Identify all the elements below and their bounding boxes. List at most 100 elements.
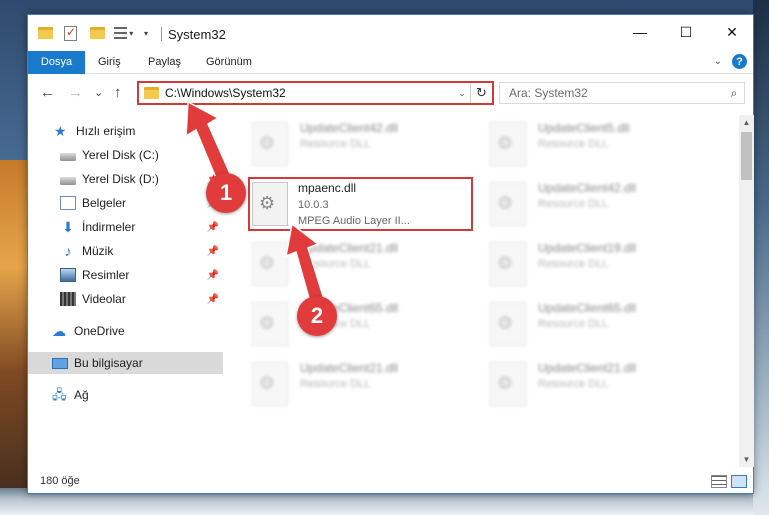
tab-paylas[interactable]: Paylaş	[148, 51, 181, 74]
sidebar-item-network[interactable]: 🖧 Ağ	[28, 384, 223, 406]
new-folder-icon[interactable]	[90, 25, 105, 41]
file-description: Resource DLL	[538, 378, 609, 390]
dll-file-icon	[490, 122, 526, 166]
maximize-button[interactable]: ☐	[663, 15, 709, 49]
file-name: UpdateClient19.dll	[538, 241, 637, 255]
close-button[interactable]: ✕	[709, 15, 755, 49]
file-description: Resource DLL	[538, 138, 609, 150]
sidebar-item-local-disk-d[interactable]: Yerel Disk (D:) 📌	[28, 168, 223, 190]
properties-checkmark-icon[interactable]	[64, 25, 77, 41]
dll-file-icon	[252, 122, 288, 166]
dll-file-icon	[490, 302, 526, 346]
sidebar-item-label: Videolar	[82, 292, 126, 306]
navigation-bar: ← → ⌄ ↑ C:\Windows\System32 ⌄ ↻ Ara: Sys…	[28, 75, 753, 111]
search-box[interactable]: Ara: System32 ⌕	[499, 82, 745, 104]
sidebar-item-music[interactable]: ♪ Müzik 📌	[28, 240, 223, 262]
customize-toolbar-icon[interactable]: ▾	[114, 25, 133, 41]
scroll-up-arrow-icon[interactable]: ▲	[739, 115, 754, 130]
sidebar-item-label: Yerel Disk (C:)	[82, 148, 159, 162]
quick-access-dropdown-icon[interactable]: ▾	[144, 25, 148, 41]
file-item[interactable]: UpdateClient65.dll Resource DLL	[486, 297, 711, 351]
file-description: Resource DLL	[538, 318, 609, 330]
dll-file-icon	[252, 362, 288, 406]
file-item[interactable]: UpdateClient21.dll Resource DLL	[248, 237, 473, 291]
details-view-icon[interactable]	[711, 475, 727, 488]
network-icon: 🖧	[52, 387, 67, 402]
refresh-button[interactable]: ↻	[470, 83, 492, 103]
sidebar-item-this-pc[interactable]: Bu bilgisayar	[28, 352, 223, 374]
callout-badge-1: 1	[206, 173, 246, 213]
onedrive-icon: ☁	[52, 323, 66, 339]
file-name: UpdateClient65.dll	[538, 301, 637, 315]
drive-icon	[60, 177, 76, 185]
address-path[interactable]: C:\Windows\System32	[165, 86, 454, 100]
file-item[interactable]: UpdateClient42.dll Resource DLL	[248, 117, 473, 171]
file-item[interactable]: UpdateClient19.dll Resource DLL	[486, 237, 711, 291]
file-item[interactable]: UpdateClient65.dll Resource DLL	[248, 297, 473, 351]
sidebar-item-videos[interactable]: Videolar 📌	[28, 288, 223, 310]
back-arrow-icon[interactable]: ←	[40, 84, 55, 101]
sidebar-item-label: Bu bilgisayar	[74, 356, 143, 370]
file-description: Resource DLL	[300, 258, 371, 270]
tab-gorunum[interactable]: Görünüm	[206, 51, 252, 74]
search-icon[interactable]: ⌕	[724, 86, 744, 101]
videos-icon	[60, 292, 76, 306]
recent-locations-chevron-icon[interactable]: ⌄	[94, 86, 103, 99]
vertical-scrollbar[interactable]: ▲ ▼	[739, 115, 754, 467]
forward-arrow-icon[interactable]: →	[68, 84, 83, 101]
status-bar: 180 öğe	[28, 469, 753, 494]
dll-file-icon	[490, 182, 526, 226]
file-description: Resource DLL	[300, 138, 371, 150]
pin-icon: 📌	[206, 149, 219, 161]
file-version: 10.0.3	[298, 199, 329, 211]
file-name: UpdateClient5.dll	[538, 121, 630, 135]
navigation-pane: ★ Hızlı erişim Yerel Disk (C:) 📌 Yerel D…	[28, 115, 223, 467]
file-name: UpdateClient42.dll	[300, 121, 399, 135]
up-arrow-icon[interactable]: ↑	[114, 84, 122, 101]
file-item[interactable]: UpdateClient5.dll Resource DLL	[486, 117, 711, 171]
file-name: UpdateClient21.dll	[300, 361, 399, 375]
sidebar-item-label: Müzik	[82, 244, 114, 258]
sidebar-item-label: Hızlı erişim	[76, 124, 136, 138]
dll-file-icon	[252, 182, 288, 226]
title-bar: ▾ ▾ System32 — ☐ ✕	[28, 15, 753, 51]
expand-ribbon-chevron-icon[interactable]: ⌄	[714, 56, 722, 67]
sidebar-item-pictures[interactable]: Resimler 📌	[28, 264, 223, 286]
file-item[interactable]: UpdateClient21.dll Resource DLL	[248, 357, 473, 411]
ribbon-tabs: Dosya Giriş Paylaş Görünüm ⌄ ?	[28, 51, 753, 74]
minimize-button[interactable]: —	[617, 15, 663, 49]
file-item-mpaenc[interactable]: mpaenc.dll 10.0.3 MPEG Audio Layer II...	[248, 177, 473, 231]
file-item[interactable]: UpdateClient42.dll Resource DLL	[486, 177, 711, 231]
sidebar-item-local-disk-c[interactable]: Yerel Disk (C:) 📌	[28, 144, 223, 166]
file-item[interactable]: UpdateClient21.dll Resource DLL	[486, 357, 711, 411]
address-dropdown-icon[interactable]: ⌄	[454, 88, 470, 99]
address-bar[interactable]: C:\Windows\System32 ⌄ ↻	[137, 81, 494, 105]
tab-giris[interactable]: Giriş	[98, 51, 121, 74]
sidebar-item-quick-access[interactable]: ★ Hızlı erişim	[28, 120, 223, 142]
search-input[interactable]: Ara: System32	[500, 86, 724, 100]
documents-icon	[60, 196, 76, 210]
file-explorer-window: ▾ ▾ System32 — ☐ ✕ Dosya Giriş Paylaş Gö…	[27, 14, 754, 494]
pin-icon: 📌	[206, 293, 219, 305]
help-icon[interactable]: ?	[732, 54, 747, 69]
sidebar-item-label: Ağ	[74, 388, 89, 402]
callout-badge-2: 2	[297, 296, 337, 336]
dll-file-icon	[252, 242, 288, 286]
pin-icon: 📌	[206, 269, 219, 281]
file-list: UpdateClient42.dll Resource DLL UpdateCl…	[224, 115, 739, 467]
folder-icon	[144, 87, 159, 99]
large-icons-view-icon[interactable]	[731, 475, 747, 488]
pictures-icon	[60, 268, 76, 282]
sidebar-item-documents[interactable]: Belgeler 📌	[28, 192, 223, 214]
sidebar-item-onedrive[interactable]: ☁ OneDrive	[28, 320, 223, 342]
pin-icon: 📌	[206, 221, 219, 233]
file-description: Resource DLL	[300, 378, 371, 390]
dll-file-icon	[252, 302, 288, 346]
file-description: MPEG Audio Layer II...	[298, 215, 410, 227]
scrollbar-thumb[interactable]	[741, 132, 752, 180]
pin-icon: 📌	[206, 245, 219, 257]
title-separator	[161, 27, 162, 41]
tab-dosya[interactable]: Dosya	[28, 51, 85, 74]
sidebar-item-downloads[interactable]: ⬇ İndirmeler 📌	[28, 216, 223, 238]
scroll-down-arrow-icon[interactable]: ▼	[739, 452, 754, 467]
